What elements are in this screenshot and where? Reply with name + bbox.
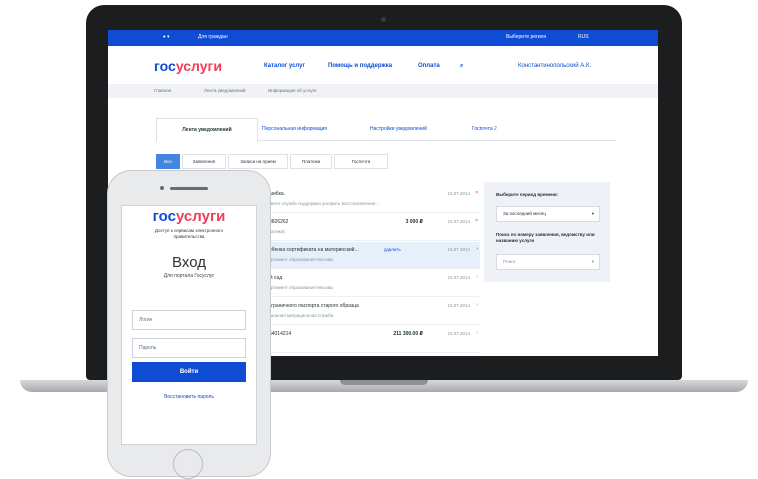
tab-mail[interactable]: Госпочта 2: [472, 126, 497, 132]
filter-mail[interactable]: Госпочта: [334, 154, 388, 169]
language-selector[interactable]: RUS: [578, 34, 589, 40]
filter-payments[interactable]: Платежи: [290, 154, 332, 169]
period-select[interactable]: За последний месяц ▾: [496, 206, 600, 222]
close-icon[interactable]: ×: [475, 218, 478, 224]
user-menu[interactable]: Константинопольский А.К.: [518, 63, 591, 69]
side-search-input[interactable]: Поиск ⌕: [496, 254, 600, 270]
list-item[interactable]: ...ый сад ...партамент образования Москв…: [262, 270, 480, 297]
delete-link[interactable]: удалить: [384, 247, 401, 252]
camera-dot: [381, 17, 386, 22]
filter-appointments[interactable]: Записи на прием: [228, 154, 288, 169]
tab-bar: Лента уведомлений Персональная информаци…: [156, 118, 616, 142]
site-logo[interactable]: госуслуги: [154, 58, 222, 74]
tab-feed[interactable]: Лента уведомлений: [156, 118, 258, 142]
chevron-down-icon: ▾: [591, 211, 594, 216]
period-label: Выберите период времени:: [496, 192, 559, 197]
phone-device: госуслуги Доступ к сервисам электронного…: [107, 170, 271, 479]
region-selector[interactable]: Выберите регион: [506, 34, 546, 40]
laptop-notch: [340, 380, 428, 385]
restore-password-link[interactable]: Восстановить пароль: [122, 394, 256, 400]
breadcrumb-current: Информация об услуге: [268, 88, 317, 93]
breadcrumb: Главная Лента уведомлений Информация об …: [108, 84, 658, 98]
top-bar: ♦ ▾ Для граждан Выберите регион RUS: [108, 30, 658, 46]
search-icon[interactable]: ⌕: [460, 63, 463, 70]
breadcrumb-home[interactable]: Главная: [154, 88, 171, 93]
phone-logo: госуслуги: [152, 208, 226, 225]
filter-sidebar: Выберите период времени: За последний ме…: [484, 182, 610, 282]
emblem-icon: ♦ ▾: [163, 34, 170, 40]
list-item[interactable]: ...ребенка сертификата на материнский...…: [262, 242, 480, 269]
filter-all[interactable]: Все: [156, 154, 180, 169]
phone-tagline: Доступ к сервисам электронного правитель…: [154, 228, 224, 239]
chevron-right-icon[interactable]: ›: [476, 274, 478, 280]
search-label: Поиск по номеру заявления, ведомству или…: [496, 232, 595, 243]
login-title: Вход: [172, 254, 206, 271]
mail-badge: 2: [494, 126, 497, 132]
search-icon: ⌕: [591, 259, 594, 264]
list-item[interactable]: ...564014214 211 300.00 ₽ 15.07.2014 ›: [262, 326, 480, 353]
phone-speaker: [170, 187, 208, 190]
submit-button[interactable]: Войти: [132, 362, 246, 382]
filter-applications[interactable]: Заявления: [182, 154, 226, 169]
login-subtitle: Для портала Госуслуг: [163, 273, 215, 279]
list-item[interactable]: ...заграничного паспорта старого образца…: [262, 298, 480, 325]
chevron-right-icon[interactable]: ›: [476, 246, 478, 252]
list-item[interactable]: ...ошибка. ...ловите службе поддержки ус…: [262, 186, 480, 213]
home-button[interactable]: [173, 449, 203, 479]
breadcrumb-feed[interactable]: Лента уведомлений: [204, 88, 246, 93]
nav-catalog[interactable]: Каталог услуг: [264, 63, 305, 69]
citizens-link[interactable]: Для граждан: [198, 34, 228, 40]
close-icon[interactable]: ×: [475, 190, 478, 196]
chevron-right-icon[interactable]: ›: [476, 302, 478, 308]
list-item[interactable]: ...48826262 ...платежи) 3 000 ₽ 15.07.20…: [262, 214, 480, 241]
password-field[interactable]: Пароль: [132, 338, 246, 358]
tab-settings[interactable]: Настройки уведомлений: [370, 126, 427, 132]
phone-camera: [160, 186, 164, 190]
nav-payment[interactable]: Оплата: [418, 63, 440, 69]
tab-personal[interactable]: Персональная информация: [262, 126, 327, 132]
login-field[interactable]: Логин: [132, 310, 246, 330]
phone-screen: госуслуги Доступ к сервисам электронного…: [121, 205, 257, 445]
chevron-right-icon[interactable]: ›: [476, 330, 478, 336]
nav-help[interactable]: Помощь и поддержка: [328, 63, 392, 69]
